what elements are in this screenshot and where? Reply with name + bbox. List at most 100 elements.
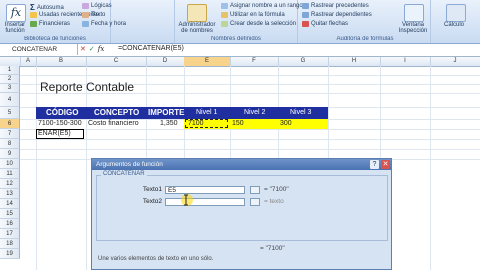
column-header-a[interactable]: A <box>20 57 37 66</box>
select-all-corner[interactable] <box>0 57 21 66</box>
column-header-g[interactable]: G <box>278 57 329 66</box>
cancel-icon[interactable]: ✕ <box>80 45 86 53</box>
help-button[interactable]: ? <box>370 160 379 169</box>
collapse-dialog-icon[interactable] <box>250 198 260 206</box>
autosum-button[interactable]: Σ Autosuma <box>30 3 64 12</box>
remove-arrows-button[interactable]: Quitar flechas <box>302 21 348 27</box>
row-header-2[interactable]: 2 <box>0 75 20 84</box>
header-codigo[interactable]: CÓDIGO <box>46 108 78 117</box>
arg2-input[interactable] <box>165 198 245 206</box>
row-header-5[interactable]: 5 <box>0 107 20 119</box>
name-manager-button[interactable]: Administrador de nombres <box>177 22 217 34</box>
book-icon <box>82 12 89 18</box>
formula-bar: CONCATENAR ✕ ✓ fx =CONCATENAR(E5) <box>0 44 480 57</box>
formula-auditing-label: Auditoría de fórmulas <box>336 36 394 42</box>
header-importe[interactable]: IMPORTE <box>148 108 184 117</box>
column-headers: A B C D E F G H I J <box>0 57 480 67</box>
enter-icon[interactable]: ✓ <box>89 45 95 53</box>
row-header-17[interactable]: 17 <box>0 229 20 239</box>
header-nivel-1[interactable]: Nivel 1 <box>196 109 217 116</box>
close-button[interactable]: ✕ <box>381 160 390 169</box>
arg1-input[interactable]: E5 <box>165 186 245 194</box>
grid-line <box>20 139 480 140</box>
cell-c5-concepto[interactable]: Costo financiero <box>88 120 139 127</box>
column-header-d[interactable]: D <box>146 57 185 66</box>
arrow-icon <box>302 3 309 9</box>
arguments-frame: CONCATENAR Texto1 E5 = "7100" Texto2 = t… <box>96 171 388 241</box>
name-box[interactable]: CONCATENAR <box>0 44 78 55</box>
row-header-6[interactable]: 6 <box>0 119 20 129</box>
row-header-15[interactable]: 15 <box>0 209 20 219</box>
grid-line <box>20 149 480 150</box>
collapse-dialog-icon[interactable] <box>250 186 260 194</box>
row-header-11[interactable]: 11 <box>0 169 20 179</box>
calculation-group: Cálculo <box>432 0 480 43</box>
header-concepto[interactable]: CONCEPTO <box>94 108 139 117</box>
arg2-result: = texto <box>264 198 284 205</box>
assign-name-button[interactable]: Asignar nombre a un rango <box>221 3 303 9</box>
function-name: CONCATENAR <box>101 171 147 177</box>
active-cell-text[interactable]: ENAR(E5) <box>38 130 71 137</box>
function-description: Une varios elementos de texto en uno sól… <box>98 256 214 262</box>
financial-button[interactable]: Financieras <box>30 21 70 27</box>
column-header-f[interactable]: F <box>230 57 279 66</box>
fx-icon[interactable]: fx <box>98 45 105 53</box>
column-header-h[interactable]: H <box>328 57 381 66</box>
function-library-label: Biblioteca de funciones <box>24 36 86 42</box>
watch-window-icon[interactable] <box>404 4 424 22</box>
function-arguments-dialog: Argumentos de función ? ✕ CONCATENAR Tex… <box>91 158 392 270</box>
row-header-10[interactable]: 10 <box>0 159 20 169</box>
cell-b5-codigo[interactable]: 7100-150-300 <box>38 120 82 127</box>
calc-button[interactable]: Cálculo <box>444 22 464 28</box>
cell-d5-importe[interactable]: 1,350 <box>160 120 178 127</box>
book-icon <box>82 21 89 27</box>
column-header-c[interactable]: C <box>86 57 147 66</box>
use-in-formula-button[interactable]: Utilizar en la fórmula <box>221 12 285 18</box>
report-title[interactable]: Reporte Contable <box>40 80 134 94</box>
defined-names-label: Nombres definidos <box>210 36 262 42</box>
header-nivel-2[interactable]: Nivel 2 <box>244 109 265 116</box>
header-nivel-3[interactable]: Nivel 3 <box>290 109 311 116</box>
cell-e5[interactable]: 7100 <box>188 120 204 127</box>
row-header-16[interactable]: 16 <box>0 219 20 229</box>
create-from-selection-button[interactable]: Crear desde la selección <box>221 21 296 27</box>
row-header-8[interactable]: 8 <box>0 139 20 149</box>
insert-function-button[interactable]: Insertar función <box>2 22 28 34</box>
row-header-19[interactable]: 19 <box>0 249 20 259</box>
row-header-7[interactable]: 7 <box>0 129 20 139</box>
ribbon: fx Insertar función Σ Autosuma Usadas rec… <box>0 0 480 44</box>
formula-bar-buttons: ✕ ✓ fx <box>80 45 104 53</box>
logical-button[interactable]: Lógicas <box>82 3 112 9</box>
total-result: = "7100" <box>260 245 285 252</box>
trace-dependents-button[interactable]: Rastrear dependientes <box>302 12 372 18</box>
calculator-icon[interactable] <box>446 4 466 22</box>
tag-icon <box>221 3 228 9</box>
table-icon <box>221 21 228 27</box>
formula-input[interactable]: =CONCATENAR(E5) <box>118 45 184 52</box>
cell-f5[interactable]: 150 <box>232 120 244 127</box>
cell-g5[interactable]: 300 <box>280 120 292 127</box>
grid-line <box>20 129 480 130</box>
trace-precedents-button[interactable]: Rastrear precedentes <box>302 3 369 9</box>
row-header-13[interactable]: 13 <box>0 189 20 199</box>
row-header-4[interactable]: 4 <box>0 93 20 107</box>
watch-window-button[interactable]: Ventana Inspección <box>396 22 430 34</box>
row-header-14[interactable]: 14 <box>0 199 20 209</box>
datetime-button[interactable]: Fecha y hora <box>82 21 126 27</box>
row-header-3[interactable]: 3 <box>0 84 20 93</box>
row-header-9[interactable]: 9 <box>0 149 20 159</box>
column-header-e[interactable]: E <box>184 57 231 66</box>
column-header-i[interactable]: I <box>380 57 431 66</box>
row-header-18[interactable]: 18 <box>0 239 20 249</box>
text-button[interactable]: Texto <box>82 12 105 18</box>
column-header-b[interactable]: B <box>36 57 87 66</box>
column-header-j[interactable]: J <box>430 57 480 66</box>
row-header-12[interactable]: 12 <box>0 179 20 189</box>
text-cursor-icon <box>184 194 188 206</box>
formula-icon <box>221 12 228 18</box>
book-icon <box>30 21 37 27</box>
insert-function-icon[interactable]: fx <box>6 4 26 22</box>
row-header-1[interactable]: 1 <box>0 66 20 75</box>
name-manager-icon[interactable] <box>187 4 207 22</box>
book-icon <box>82 3 89 9</box>
